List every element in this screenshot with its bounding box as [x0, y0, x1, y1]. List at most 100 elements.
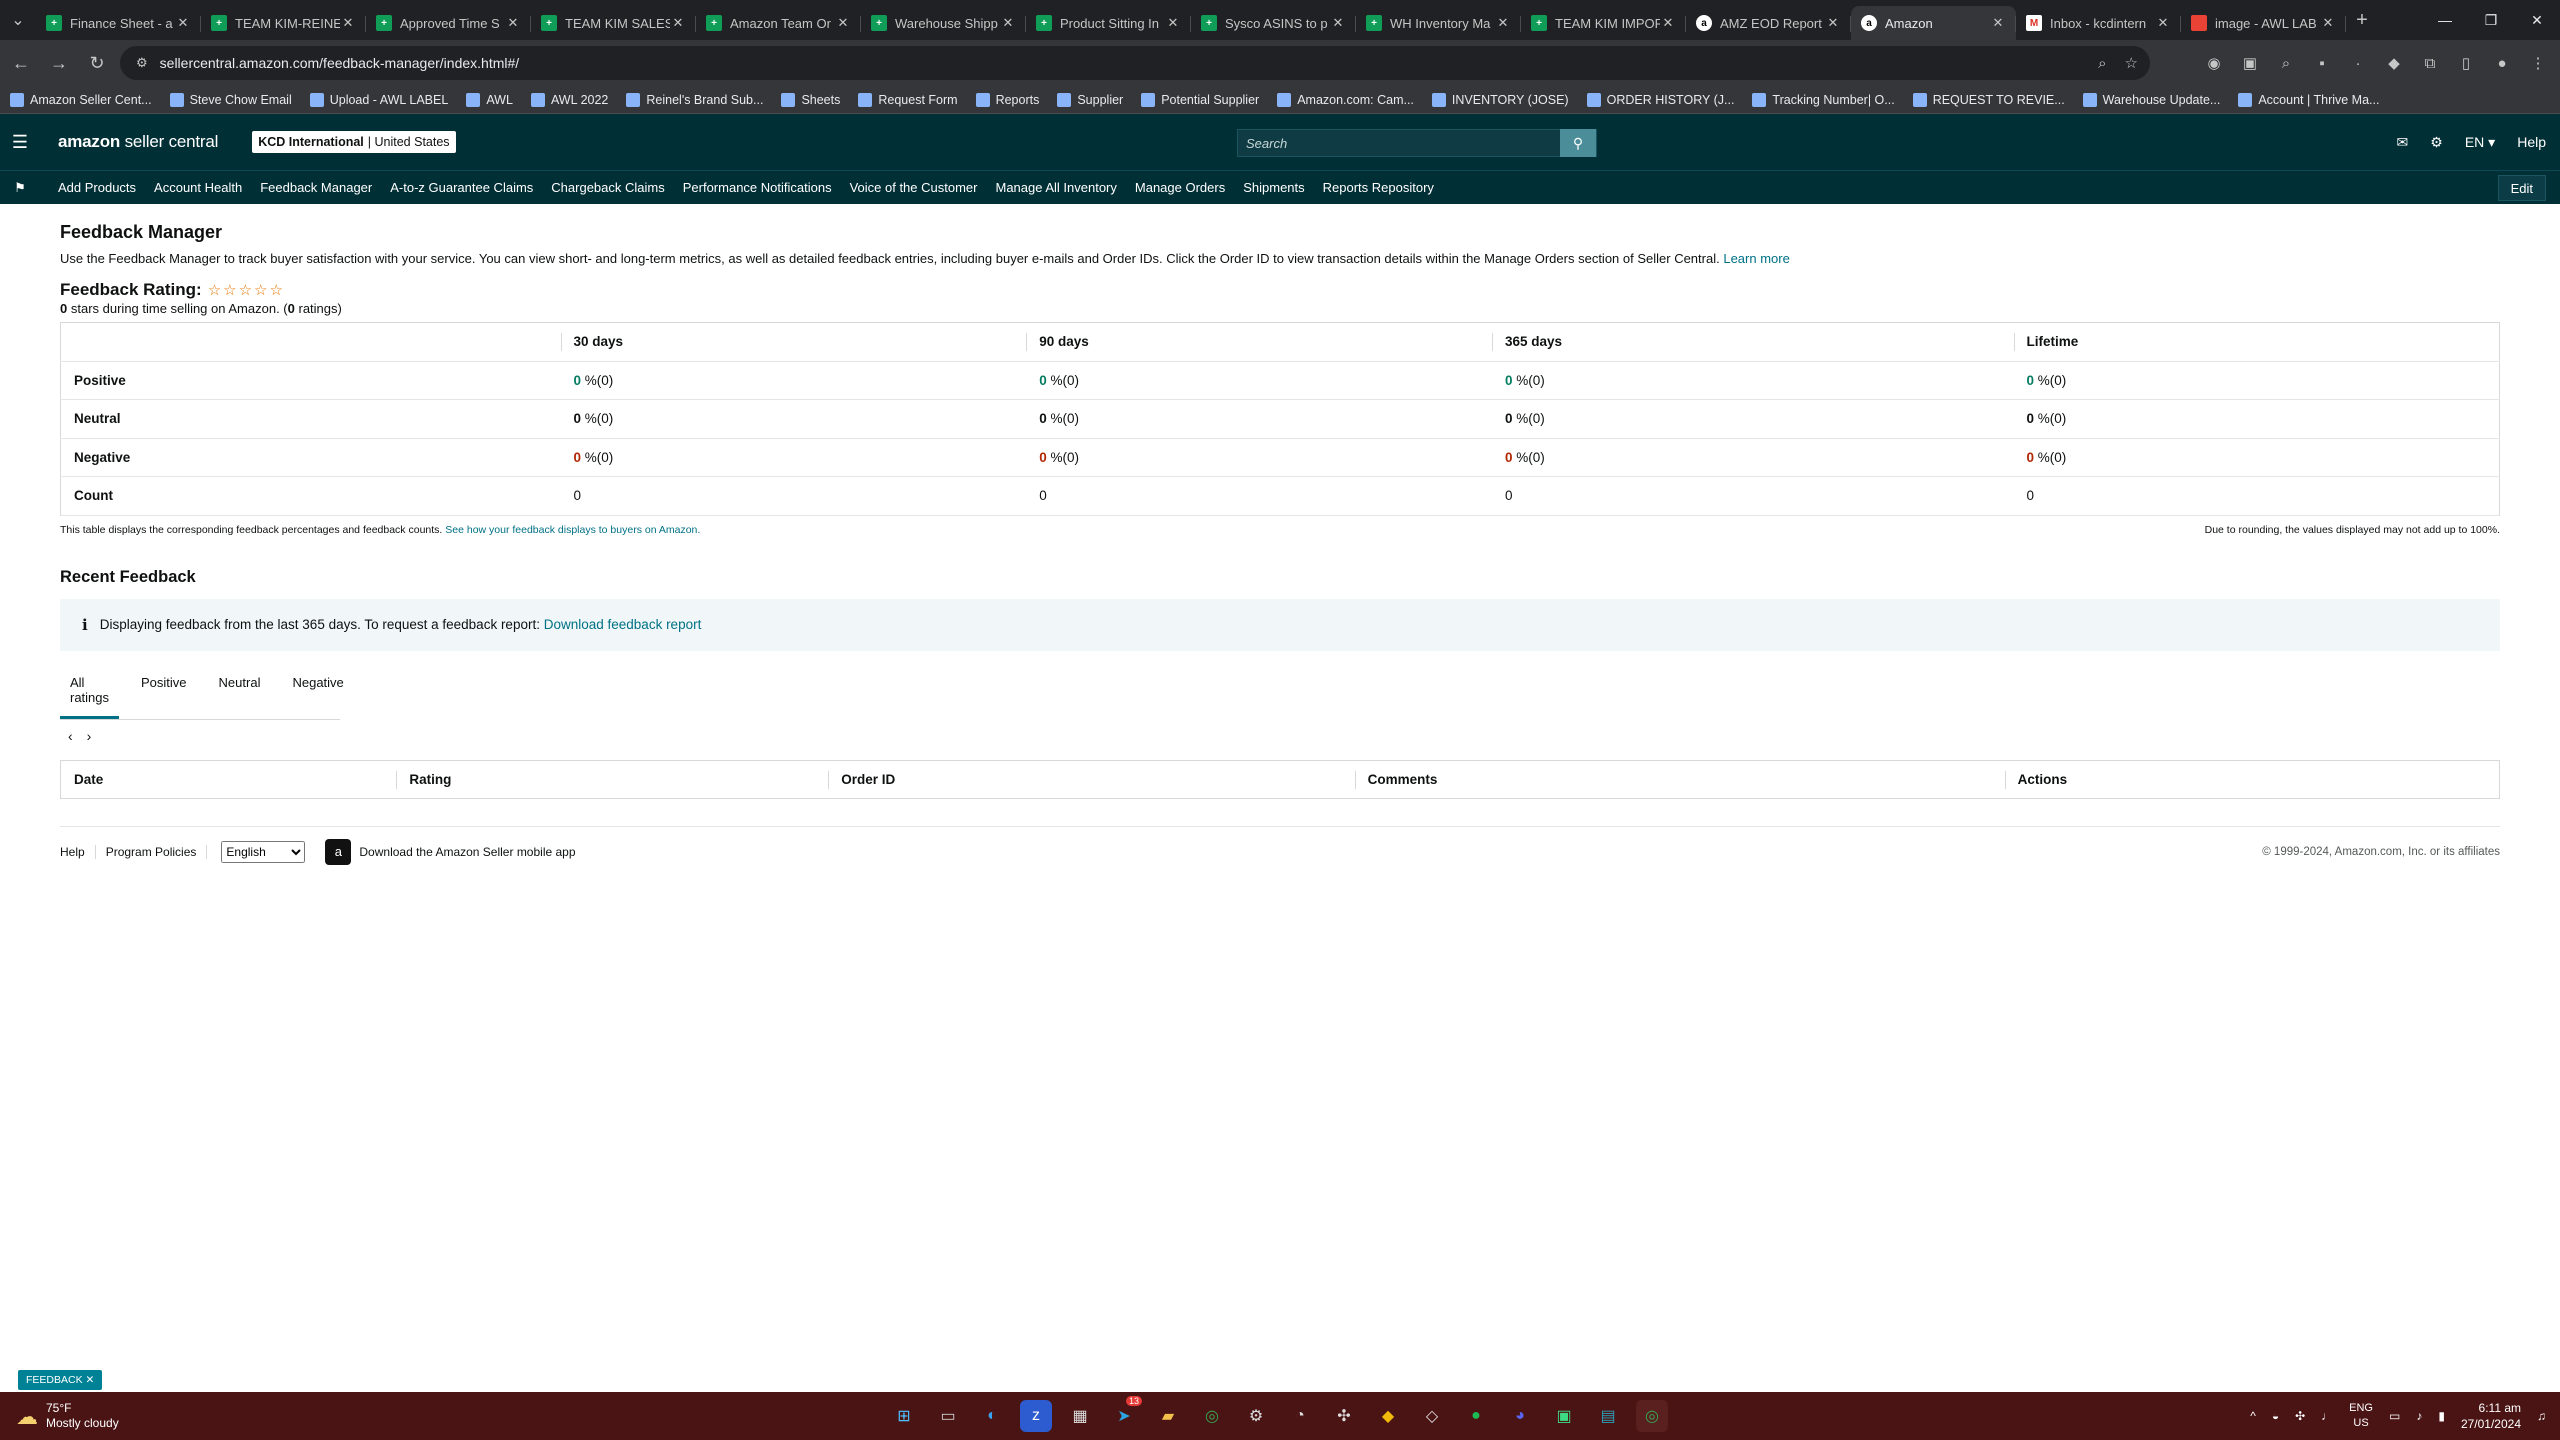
- browser-menu-icon[interactable]: ⋮: [2526, 51, 2550, 75]
- volume-icon[interactable]: ♪: [2416, 1409, 2422, 1423]
- browser-tab[interactable]: + Finance Sheet - a ✕: [36, 6, 201, 40]
- nav-item[interactable]: Performance Notifications: [683, 180, 832, 195]
- forward-icon[interactable]: →: [42, 46, 76, 80]
- learn-more-link[interactable]: Learn more: [1723, 251, 1789, 266]
- nav-item[interactable]: Account Health: [154, 180, 242, 195]
- close-tab-icon[interactable]: ✕: [1660, 15, 1676, 31]
- search-input[interactable]: Search: [1237, 129, 1597, 157]
- close-tab-icon[interactable]: ✕: [670, 15, 686, 31]
- tab-all-ratings[interactable]: All ratings: [60, 675, 120, 719]
- footer-help-link[interactable]: Help: [60, 844, 96, 859]
- chevron-right-icon[interactable]: ›: [87, 728, 92, 744]
- browser-tab[interactable]: + TEAM KIM-REINE ✕: [201, 6, 366, 40]
- weather-widget[interactable]: ☁ 75°F Mostly cloudy: [16, 1401, 119, 1431]
- close-tab-icon[interactable]: ✕: [1330, 15, 1346, 31]
- bookmark-item[interactable]: Potential Supplier: [1141, 92, 1259, 107]
- language-selector[interactable]: EN ▾: [2465, 134, 2495, 151]
- bookmark-item[interactable]: Request Form: [858, 92, 958, 107]
- app-icon[interactable]: ▤: [1592, 1400, 1624, 1432]
- bookmark-item[interactable]: Reinel's Brand Sub...: [626, 92, 763, 107]
- nav-item[interactable]: Chargeback Claims: [551, 180, 664, 195]
- extension-icon[interactable]: ⌕: [2274, 51, 2298, 75]
- edge-icon[interactable]: ◐: [976, 1400, 1008, 1432]
- url-bar[interactable]: ⚙ sellercentral.amazon.com/feedback-mana…: [120, 46, 2150, 80]
- new-tab-button[interactable]: +: [2346, 3, 2378, 37]
- browser-tab[interactable]: a AMZ EOD Report ✕: [1686, 6, 1851, 40]
- browser-tab[interactable]: + TEAM KIM SALES ✕: [531, 6, 696, 40]
- extension-icon[interactable]: ▪: [2310, 51, 2334, 75]
- bookmark-item[interactable]: AWL: [466, 92, 513, 107]
- app-icon[interactable]: ▣: [1548, 1400, 1580, 1432]
- bookmark-item[interactable]: Amazon Seller Cent...: [10, 92, 152, 107]
- close-tab-icon[interactable]: ✕: [835, 15, 851, 31]
- close-icon[interactable]: ✕: [86, 1374, 95, 1386]
- zoom-icon[interactable]: ⌕: [2098, 55, 2106, 72]
- task-view-icon[interactable]: ▭: [932, 1400, 964, 1432]
- tab-positive[interactable]: Positive: [131, 675, 197, 719]
- nav-item[interactable]: Manage All Inventory: [995, 180, 1116, 195]
- close-tab-icon[interactable]: ✕: [1000, 15, 1016, 31]
- bookmark-item[interactable]: Upload - AWL LABEL: [309, 92, 448, 107]
- browser-tab[interactable]: + Approved Time S ✕: [366, 6, 531, 40]
- profile-icon[interactable]: ●: [2490, 51, 2514, 75]
- seller-central-logo[interactable]: amazon seller central: [58, 132, 218, 152]
- battery-icon[interactable]: ▮: [2438, 1409, 2445, 1423]
- spotify-icon[interactable]: ●: [1460, 1400, 1492, 1432]
- close-tab-icon[interactable]: ✕: [1825, 15, 1841, 31]
- nav-item[interactable]: Shipments: [1243, 180, 1304, 195]
- bookmark-item[interactable]: Sheets: [781, 92, 840, 107]
- nav-item[interactable]: A-to-z Guarantee Claims: [390, 180, 533, 195]
- program-policies-link[interactable]: Program Policies: [106, 844, 208, 859]
- browser-tab[interactable]: + Product Sitting In ✕: [1026, 6, 1191, 40]
- mobile-app-link[interactable]: Download the Amazon Seller mobile app: [359, 845, 575, 859]
- buyer-display-link[interactable]: See how your feedback displays to buyers…: [445, 524, 700, 536]
- browser-tab[interactable]: + WH Inventory Ma ✕: [1356, 6, 1521, 40]
- browser-tab[interactable]: + Sysco ASINS to p ✕: [1191, 6, 1356, 40]
- close-tab-icon[interactable]: ✕: [1165, 15, 1181, 31]
- bookmark-item[interactable]: AWL 2022: [530, 92, 608, 107]
- tray-app-icon[interactable]: ✣: [2295, 1409, 2305, 1423]
- extensions-puzzle-icon[interactable]: ⧉: [2418, 51, 2442, 75]
- settings-gear-icon[interactable]: ⚙: [2430, 134, 2443, 151]
- bookmark-item[interactable]: Tracking Number| O...: [1752, 92, 1895, 107]
- browser-tab[interactable]: + Amazon Team Or ✕: [696, 6, 861, 40]
- clock[interactable]: 6:11 am 27/01/2024: [2461, 1400, 2521, 1432]
- tab-neutral[interactable]: Neutral: [209, 675, 271, 719]
- browser-tab[interactable]: a Amazon ✕: [1851, 6, 2016, 40]
- minimize-icon[interactable]: —: [2422, 0, 2468, 40]
- browser-tab[interactable]: + TEAM KIM IMPOR ✕: [1521, 6, 1686, 40]
- edit-nav-button[interactable]: Edit: [2497, 175, 2546, 201]
- close-window-icon[interactable]: ✕: [2514, 0, 2560, 40]
- binance-icon[interactable]: ◆: [1372, 1400, 1404, 1432]
- close-tab-icon[interactable]: ✕: [505, 15, 521, 31]
- chrome-icon[interactable]: ◎: [1196, 1400, 1228, 1432]
- nav-item[interactable]: Add Products: [58, 180, 136, 195]
- bookmark-item[interactable]: ORDER HISTORY (J...: [1586, 92, 1734, 107]
- bookmark-item[interactable]: Account | Thrive Ma...: [2238, 92, 2379, 107]
- bookmark-item[interactable]: Supplier: [1057, 92, 1123, 107]
- bookmark-item[interactable]: INVENTORY (JOSE): [1431, 92, 1569, 107]
- network-icon[interactable]: ▭: [2389, 1409, 2400, 1423]
- file-explorer-icon[interactable]: ▰: [1152, 1400, 1184, 1432]
- site-info-icon[interactable]: ⚙: [136, 55, 148, 71]
- bookmark-star-icon[interactable]: ☆: [2125, 54, 2138, 72]
- close-tab-icon[interactable]: ✕: [2320, 15, 2336, 31]
- extension-icon[interactable]: ◆: [2382, 51, 2406, 75]
- mobile-app-icon[interactable]: a: [325, 838, 352, 865]
- extension-icon[interactable]: ·: [2346, 51, 2370, 75]
- download-report-link[interactable]: Download feedback report: [544, 617, 702, 632]
- telegram-icon[interactable]: ➤ 13: [1108, 1396, 1142, 1432]
- app-icon[interactable]: ◇: [1416, 1400, 1448, 1432]
- account-switcher[interactable]: KCD International | United States: [252, 131, 456, 153]
- bookmark-icon[interactable]: ⚑: [0, 180, 40, 196]
- browser-tab[interactable]: image - AWL LAB ✕: [2181, 6, 2346, 40]
- notification-bell-icon[interactable]: ♫: [2537, 1409, 2546, 1423]
- side-panel-icon[interactable]: ▯: [2454, 51, 2478, 75]
- nav-item[interactable]: Reports Repository: [1323, 180, 1434, 195]
- help-link[interactable]: Help: [2517, 134, 2546, 150]
- close-tab-icon[interactable]: ✕: [175, 15, 191, 31]
- tray-overflow-icon[interactable]: ^: [2250, 1409, 2256, 1423]
- close-tab-icon[interactable]: ✕: [340, 15, 356, 31]
- settings-app-icon[interactable]: ⚙: [1240, 1400, 1272, 1432]
- mail-icon[interactable]: ✉: [2397, 134, 2409, 151]
